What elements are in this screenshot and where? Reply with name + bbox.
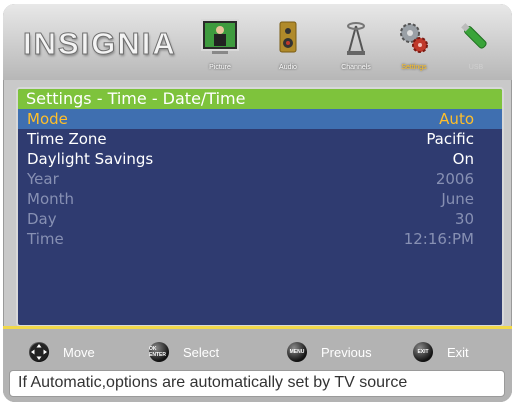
help-select: OK ENTER Select <box>149 341 219 363</box>
tab-settings[interactable]: Settings <box>387 14 441 74</box>
page-title: Settings - Time - Date/Time <box>18 89 502 109</box>
tab-picture[interactable]: Picture <box>193 14 247 74</box>
help-move: Move <box>29 341 95 363</box>
tv-osd-frame: INSIGNIA Picture Audio Channels Settings… <box>3 4 512 402</box>
help-previous: MENU Previous <box>287 341 372 363</box>
setting-value: 30 <box>454 210 474 228</box>
setting-value: On <box>452 150 474 168</box>
setting-row-year: Year 2006 <box>18 169 502 189</box>
setting-label: Mode <box>27 110 68 128</box>
setting-row-month: Month June <box>18 189 502 209</box>
setting-label: Time Zone <box>27 130 107 148</box>
menu-header: INSIGNIA Picture Audio Channels Settings… <box>3 4 512 80</box>
audio-speaker-icon <box>276 18 300 63</box>
help-move-label: Move <box>63 344 95 360</box>
help-exit-label: Exit <box>447 344 469 360</box>
setting-row-day: Day 30 <box>18 209 502 229</box>
setting-label: Year <box>27 170 59 188</box>
setting-label: Daylight Savings <box>27 150 154 168</box>
setting-row-mode[interactable]: Mode Auto <box>18 109 502 129</box>
tab-usb-label: USB <box>468 64 484 71</box>
setting-label: Time <box>27 230 64 248</box>
setting-value: Auto <box>439 110 474 128</box>
help-previous-label: Previous <box>321 344 372 360</box>
dpad-icon <box>29 342 49 362</box>
setting-value: 2006 <box>435 170 474 188</box>
tab-usb[interactable]: USB <box>449 14 503 74</box>
setting-value: June <box>441 190 474 208</box>
setting-value: 12:16:PM <box>403 230 474 248</box>
tab-picture-label: Picture <box>209 64 231 71</box>
setting-row-daylight-savings[interactable]: Daylight Savings On <box>18 149 502 169</box>
tab-audio-label: Audio <box>279 64 297 71</box>
settings-gears-icon <box>397 18 431 63</box>
exit-button-icon: EXIT <box>413 342 433 362</box>
setting-row-time-zone[interactable]: Time Zone Pacific <box>18 129 502 149</box>
settings-panel: Settings - Time - Date/Time Mode Auto Ti… <box>16 87 504 327</box>
description-text: If Automatic,options are automatically s… <box>18 374 408 391</box>
setting-label: Day <box>27 210 57 228</box>
setting-label: Month <box>27 190 75 208</box>
usb-stick-icon <box>461 18 491 63</box>
tab-channels-label: Channels <box>341 64 371 71</box>
description-box: If Automatic,options are automatically s… <box>9 370 505 397</box>
setting-row-time: Time 12:16:PM <box>18 229 502 249</box>
tab-channels[interactable]: Channels <box>329 14 383 74</box>
insignia-logo: INSIGNIA <box>23 26 177 62</box>
help-exit: EXIT Exit <box>413 341 469 363</box>
help-footer: Move OK ENTER Select MENU Previous EXIT … <box>3 326 512 402</box>
antenna-icon <box>341 18 371 63</box>
menu-button-icon: MENU <box>287 342 307 362</box>
setting-value: Pacific <box>426 130 474 148</box>
help-select-label: Select <box>183 344 220 360</box>
ok-enter-button-icon: OK ENTER <box>149 342 169 362</box>
tab-audio[interactable]: Audio <box>261 14 315 74</box>
footer-divider <box>3 326 512 329</box>
tab-settings-label: Settings <box>401 64 427 71</box>
picture-icon <box>200 18 240 63</box>
